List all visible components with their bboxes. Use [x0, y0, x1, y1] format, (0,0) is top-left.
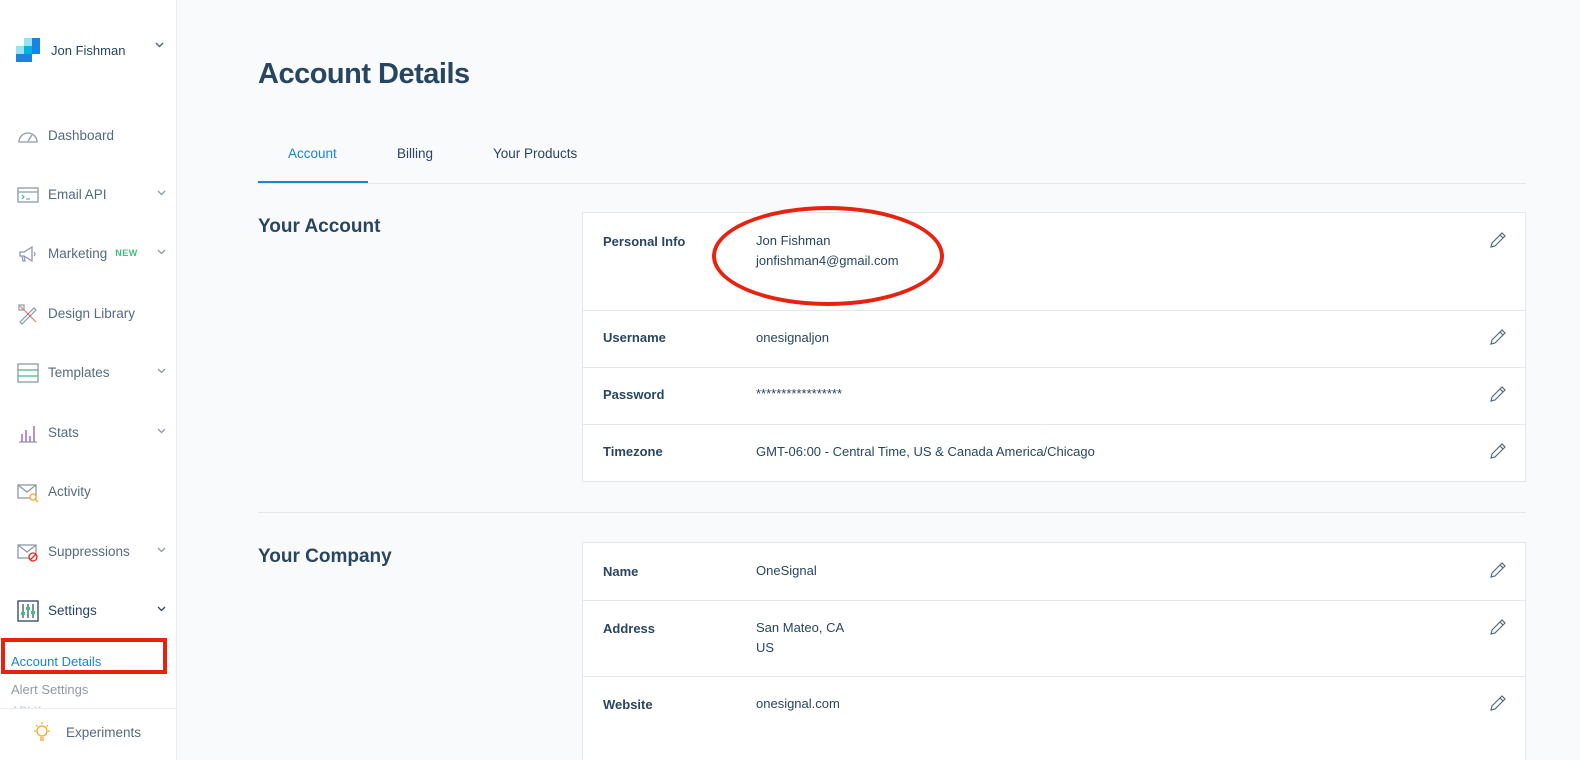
active-tab-indicator: [258, 181, 368, 183]
sidebar-item-email-api[interactable]: Email API: [0, 175, 176, 215]
sidebar-item-label: Marketing: [48, 246, 108, 261]
chevron-down-icon: [157, 190, 166, 196]
sidebar-item-dashboard[interactable]: Dashboard: [0, 116, 176, 156]
chevron-down-icon: [157, 249, 166, 255]
settings-icon: [17, 600, 39, 622]
annotation-circle: [712, 206, 944, 306]
design-icon: [18, 304, 37, 325]
sidebar-item-label: Activity: [48, 484, 91, 499]
sidebar-item-label: Suppressions: [48, 544, 130, 559]
pencil-icon[interactable]: [1489, 442, 1507, 460]
pencil-icon[interactable]: [1489, 694, 1507, 712]
row-value: *****************: [756, 386, 843, 401]
sidebar-item-suppressions[interactable]: Suppressions: [0, 532, 176, 572]
sidebar-item-label: Dashboard: [48, 128, 115, 143]
section-title-your-account: Your Account: [258, 216, 381, 237]
account-switcher[interactable]: Jon Fishman: [16, 38, 166, 62]
sidebar-item-stats[interactable]: Stats: [0, 413, 176, 453]
sidebar-item-experiments[interactable]: Experiments: [0, 708, 176, 760]
row-label: Timezone: [603, 444, 663, 459]
sidebar-item-settings[interactable]: Settings: [0, 591, 176, 631]
sidebar-item-marketing[interactable]: Marketing NEW: [0, 234, 176, 274]
dashboard-icon: [18, 132, 38, 143]
user-name: Jon Fishman: [51, 42, 126, 58]
row-value: San Mateo, CA US: [756, 618, 844, 658]
row-company-website: Website onesignal.com: [583, 676, 1525, 736]
sendgrid-logo-icon: [16, 38, 40, 62]
sidebar-item-label: Stats: [48, 425, 79, 440]
sidebar-item-label: Settings: [48, 603, 97, 618]
pencil-icon[interactable]: [1489, 618, 1507, 636]
page-title: Account Details: [258, 58, 470, 90]
sidebar-item-design-library[interactable]: Design Library: [0, 294, 176, 334]
chevron-down-icon: [157, 606, 166, 612]
lightbulb-icon: [34, 722, 50, 741]
tab-account[interactable]: Account: [288, 146, 337, 161]
row-label: Personal Info: [603, 234, 686, 249]
row-label: Password: [603, 387, 665, 402]
terminal-icon: [17, 187, 39, 203]
suppressions-icon: [17, 544, 38, 562]
sidebar-item-label: Templates: [48, 365, 110, 380]
row-company-address: Address San Mateo, CA US: [583, 600, 1525, 676]
row-label: Username: [603, 330, 666, 345]
tab-your-products[interactable]: Your Products: [493, 146, 577, 161]
sidebar-item-templates[interactable]: Templates: [0, 353, 176, 393]
company-card: Name OneSignal Address San Mateo, CA US …: [582, 542, 1526, 760]
row-value: onesignal.com: [756, 696, 840, 711]
sidebar-item-label-wrap: Marketing NEW: [48, 246, 138, 261]
templates-icon: [17, 363, 39, 383]
sidebar-item-activity[interactable]: Activity: [0, 472, 176, 512]
row-label: Name: [603, 564, 639, 579]
row-value: GMT-06:00 - Central Time, US & Canada Am…: [756, 444, 1095, 459]
annotation-highlight-box: [1, 638, 167, 674]
sidebar-subitem-alert-settings[interactable]: Alert Settings: [11, 682, 88, 697]
row-value: onesignaljon: [756, 330, 830, 345]
sidebar-item-label: Email API: [48, 187, 107, 202]
chevron-down-icon: [157, 428, 166, 434]
row-timezone: Timezone GMT-06:00 - Central Time, US & …: [583, 424, 1525, 481]
row-label: Address: [603, 621, 656, 636]
section-title-your-company: Your Company: [258, 546, 392, 567]
sidebar-item-label: Experiments: [66, 725, 142, 740]
address-line-2: US: [756, 640, 775, 655]
tab-billing[interactable]: Billing: [397, 146, 433, 161]
row-username: Username onesignaljon: [583, 310, 1525, 367]
sidebar: Jon Fishman Dashboard Email API Marketin…: [0, 0, 177, 760]
row-company-name: Name OneSignal: [583, 543, 1525, 600]
address-line-1: San Mateo, CA: [756, 620, 845, 635]
row-label: Website: [603, 697, 653, 712]
chevron-down-icon: [155, 42, 164, 48]
row-value: OneSignal: [756, 563, 817, 578]
section-divider: [258, 512, 1526, 513]
row-password: Password *****************: [583, 367, 1525, 424]
new-badge: NEW: [115, 248, 138, 258]
sidebar-item-label: Design Library: [48, 306, 136, 321]
activity-icon: [17, 484, 39, 503]
chevron-down-icon: [157, 547, 166, 553]
megaphone-icon: [19, 245, 36, 263]
pencil-icon[interactable]: [1489, 561, 1507, 579]
pencil-icon[interactable]: [1489, 231, 1507, 249]
tab-bar: Account Billing Your Products: [258, 130, 1526, 184]
pencil-icon[interactable]: [1489, 328, 1507, 346]
stats-icon: [19, 426, 37, 443]
pencil-icon[interactable]: [1489, 385, 1507, 403]
chevron-down-icon: [157, 368, 166, 374]
